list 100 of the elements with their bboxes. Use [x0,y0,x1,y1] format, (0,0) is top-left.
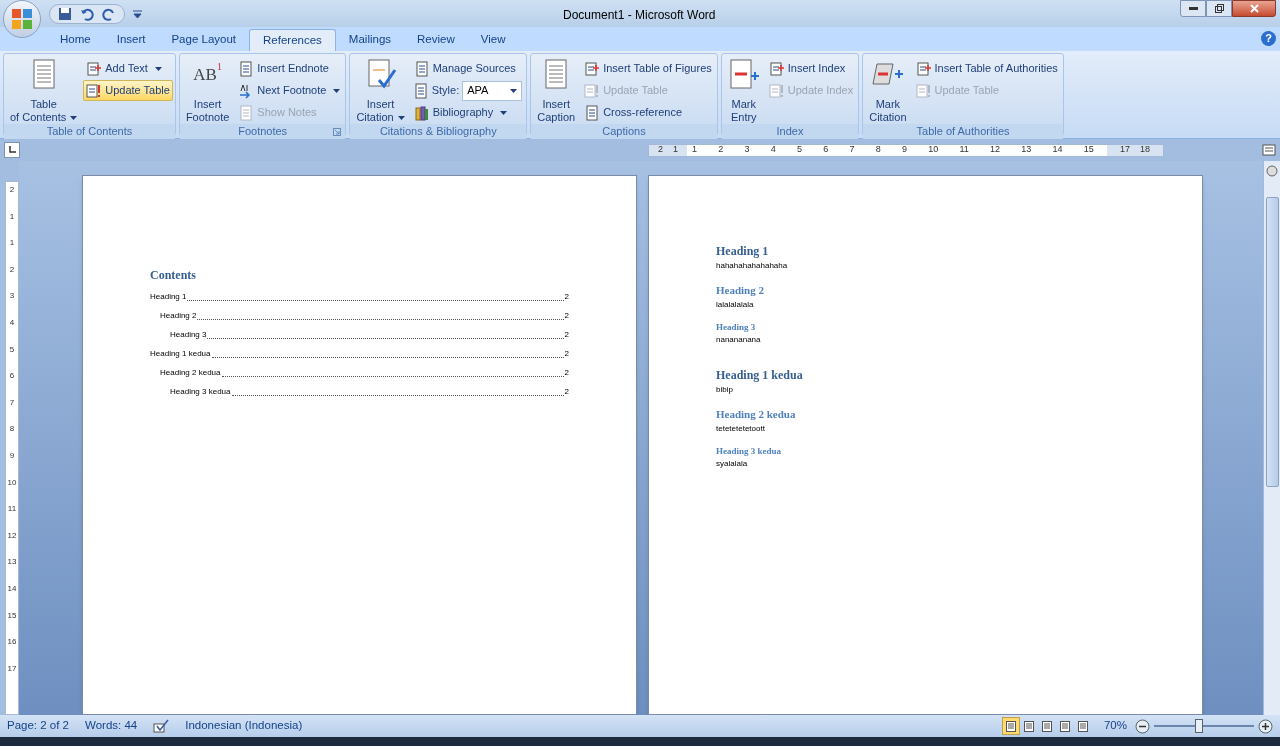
page-icon [1041,720,1052,732]
ribbon-button[interactable]: Insert Table of Figures [581,58,715,79]
ribbon-button[interactable]: Update Table [83,80,173,101]
tab-stop-icon [8,146,16,154]
ribbon-large-button[interactable]: Table of Contents [6,58,82,124]
toc-entry[interactable]: Heading 3 kedua [170,386,231,398]
hand-icon[interactable] [1266,165,1278,177]
ruler-number: 16 [7,636,17,649]
office-button[interactable] [3,0,41,38]
style-label: Style: [431,83,460,99]
ruler-number: 2 [9,263,15,276]
ribbon-button[interactable]: Next Footnote [235,80,344,101]
toc-entry[interactable]: Heading 1 [150,291,187,303]
ribbon-tab[interactable]: Home [47,29,104,51]
language-indicator[interactable]: Indonesian (Indonesia) [185,717,303,735]
ruler-number: 3 [743,143,751,157]
toc-entry[interactable]: Heading 2 [160,310,197,322]
ruler-number: 18 [1139,143,1152,157]
toc-page-number: 2 [564,386,569,398]
ruler-number: 11 [7,503,17,516]
ruler-number: 9 [9,449,15,462]
ruler-number: 6 [822,143,830,157]
close-icon [1249,4,1259,13]
help-button[interactable]: ? [1261,31,1276,46]
document-plus-icon [727,58,760,90]
ribbon-button[interactable]: Manage Sources [410,58,525,79]
caret-icon [333,88,341,93]
ribbon-large-button[interactable]: Mark Citation [865,58,911,124]
document-heading: Heading 3 [716,320,757,334]
ruler-number: 1 [691,143,699,157]
zoom-slider[interactable] [1154,719,1254,733]
ruler-number: 17 [1119,143,1132,157]
ruler-number: 7 [848,143,856,157]
ribbon-tab[interactable]: Mailings [335,29,405,51]
ribbon-button[interactable]: Insert Endnote [235,58,344,79]
ruler-number: 8 [9,423,15,436]
caret-icon [397,115,405,120]
ruler-number: 9 [901,143,909,157]
page-icon [1023,720,1034,732]
body-text: lalalalalala [716,298,755,311]
style-dropdown[interactable]: APA [462,80,523,101]
proofing-check-icon[interactable] [153,719,170,733]
ruler-number: 14 [1051,143,1064,157]
toc-entry[interactable]: Heading 3 [170,329,207,341]
body-text: nanananana [716,334,762,346]
document-heading: Heading 3 kedua [716,444,783,458]
vertical-scrollbar[interactable] [1263,161,1280,715]
view-ruler-icon[interactable] [1262,143,1276,157]
close-button[interactable] [1232,0,1276,17]
ruler-number: 7 [9,396,15,409]
document-heading: Heading 1 kedua [716,367,804,384]
toc-entry[interactable]: Heading 2 kedua [160,367,221,379]
zoom-level[interactable]: 70% [1103,717,1127,735]
ribbon-large-button[interactable]: Mark Entry [723,58,764,124]
ribbon-large-button[interactable]: Insert Caption [533,58,580,124]
ruler-number: 1 [9,237,15,250]
zoom-out-icon[interactable] [1135,718,1150,734]
minimize-button[interactable] [1180,0,1206,17]
ribbon-large-button[interactable]: Insert Citation [352,58,409,124]
ribbon-button[interactable]: Insert Index [765,58,857,79]
ruler-number: 13 [1020,143,1033,157]
ribbon-button[interactable]: Bibliography [410,102,525,123]
books-icon [413,104,430,121]
ruler-number: 5 [9,343,15,356]
ribbon-tab[interactable]: Page Layout [158,29,250,51]
restore-icon [1214,4,1224,13]
view-button[interactable] [1001,717,1020,735]
ruler-number: 15 [7,609,17,622]
ruler-number: 2 [717,143,725,157]
zoom-slider-thumb[interactable] [1195,719,1204,733]
toc-entry[interactable]: Heading 1 kedua [150,348,211,360]
undo-icon[interactable] [80,6,94,21]
ribbon-tab[interactable]: Insert [103,29,159,51]
restore-button[interactable] [1206,0,1232,17]
page-count[interactable]: Page: 2 of 2 [7,717,70,735]
redo-icon[interactable] [102,6,116,21]
save-icon[interactable] [58,6,72,21]
page-icon [1059,720,1070,732]
ribbon-button[interactable]: Cross-reference [581,102,715,123]
word-count[interactable]: Words: 44 [85,717,138,735]
toc-page-number: 2 [564,329,569,341]
ruler-number: 5 [796,143,804,157]
ribbon-tab[interactable]: References [249,29,336,51]
toc-title: Contents [150,267,197,284]
ribbon-tab[interactable]: View [467,29,519,51]
window-title: Document1 - Microsoft Word [563,7,716,24]
ribbon-button[interactable]: Add Text [83,58,173,79]
zoom-in-icon[interactable] [1258,718,1273,734]
ruler-number: 6 [9,370,15,383]
document-icon [238,104,255,121]
document-heading: Heading 2 kedua [716,407,797,422]
ribbon-button[interactable]: Insert Table of Authorities [912,58,1061,79]
document-exclamation-icon [86,82,103,99]
scrollbar-thumb[interactable] [1265,197,1279,487]
document-icon [413,60,430,77]
ruler-number: 1 [9,210,15,223]
ruler-number: 12 [989,143,1002,157]
ribbon-tab[interactable]: Review [404,29,468,51]
tab-selector[interactable] [4,142,20,158]
customize-caret-icon[interactable] [133,9,142,18]
